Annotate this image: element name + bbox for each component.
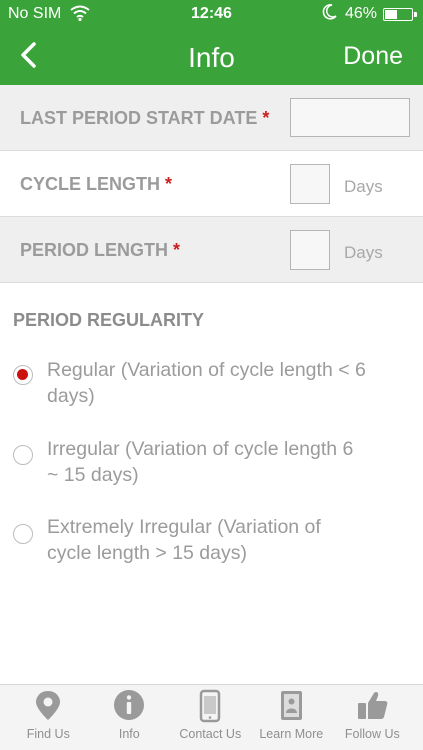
tab-label: Follow Us (344, 727, 400, 741)
radio-button[interactable] (13, 365, 33, 385)
thumbs-up-icon (330, 689, 415, 723)
tab-learn-more[interactable]: Learn More (249, 685, 334, 750)
battery-nub (414, 12, 417, 17)
radio-selected-dot (17, 369, 28, 380)
period-length-row: PERIOD LENGTH * Days (0, 217, 423, 283)
last-period-date-field[interactable] (290, 98, 410, 137)
tab-label: Learn More (259, 727, 324, 741)
battery-icon (383, 8, 417, 21)
status-bar: No SIM 12:46 46% (0, 0, 423, 28)
tab-find-us[interactable]: Find Us (6, 685, 91, 750)
battery-fill (385, 10, 397, 19)
period-length-unit: Days (344, 243, 383, 262)
info-icon (87, 689, 172, 723)
regularity-option-label: Irregular (Variation of cycle length 6 ~… (47, 438, 354, 486)
required-marker: * (165, 174, 173, 194)
moon-icon (322, 3, 338, 26)
cycle-length-label: CYCLE LENGTH * (20, 174, 173, 194)
regularity-option-label: Regular (Variation of cycle length < 6 d… (47, 359, 366, 407)
book-icon (249, 689, 334, 723)
cycle-length-row: CYCLE LENGTH * Days (0, 151, 423, 217)
tab-label: Contact Us (179, 727, 242, 741)
nav-bar: Info Done (0, 28, 423, 85)
map-pin-icon (6, 689, 91, 723)
tab-contact-us[interactable]: Contact Us (168, 685, 253, 750)
tab-label: Info (118, 727, 140, 741)
period-length-field[interactable] (290, 230, 330, 270)
battery-percent: 46% (345, 5, 378, 22)
radio-button[interactable] (13, 524, 33, 544)
last-period-label: LAST PERIOD START DATE * (20, 108, 270, 128)
done-button[interactable]: Done (343, 42, 403, 71)
regularity-option-label: Extremely Irregular (Variation of cycle … (47, 516, 321, 564)
required-marker: * (262, 108, 270, 128)
phone-icon (168, 689, 253, 723)
tab-info[interactable]: Info (87, 685, 172, 750)
regularity-section-title: PERIOD REGULARITY (13, 310, 205, 330)
tab-label: Find Us (26, 727, 70, 741)
required-marker: * (173, 240, 181, 260)
period-length-label: PERIOD LENGTH * (20, 240, 181, 260)
cycle-length-unit: Days (344, 177, 383, 196)
last-period-row: LAST PERIOD START DATE * (0, 85, 423, 151)
tab-follow-us[interactable]: Follow Us (330, 685, 415, 750)
tab-bar: Find Us Info Contact Us Learn More Follo… (0, 684, 423, 750)
radio-button[interactable] (13, 445, 33, 465)
cycle-length-field[interactable] (290, 164, 330, 204)
